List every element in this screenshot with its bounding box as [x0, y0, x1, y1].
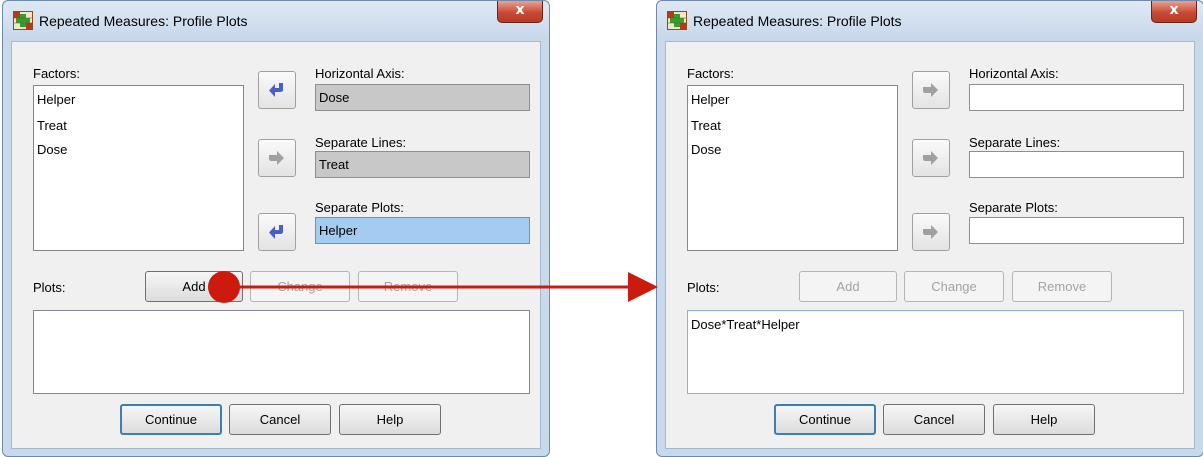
red-arrow-icon — [208, 271, 658, 303]
